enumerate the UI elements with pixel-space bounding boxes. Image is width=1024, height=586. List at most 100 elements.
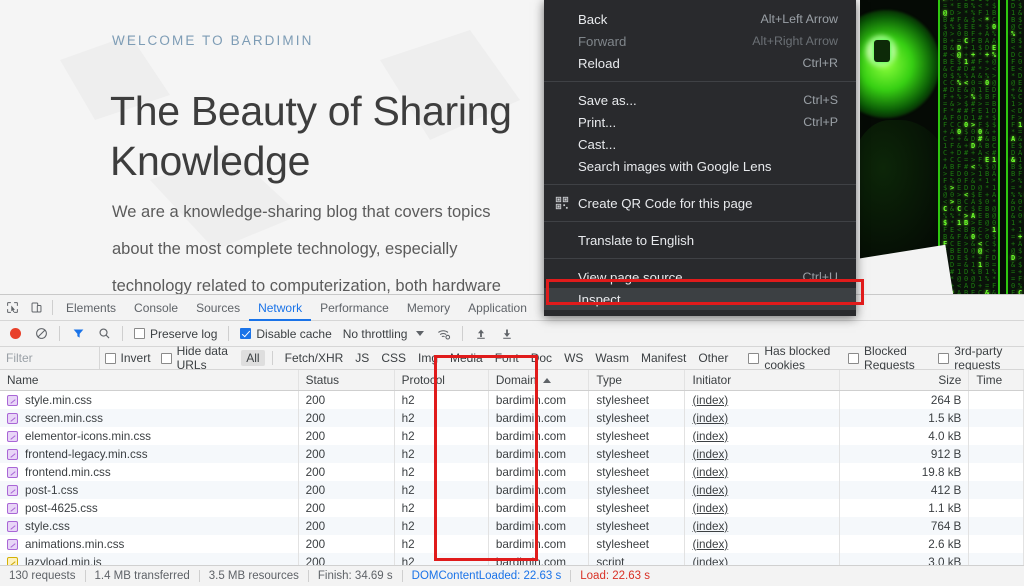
filter-type-font[interactable]: Font	[490, 350, 524, 366]
table-row[interactable]: elementor-icons.min.css 200 h2 bardimin.com…	[0, 427, 1024, 445]
filter-type-wasm[interactable]: Wasm	[590, 350, 634, 366]
table-row[interactable]: screen.min.css 200 h2 bardimin.com styleshee…	[0, 409, 1024, 427]
initiator-link[interactable]: (index)	[692, 502, 728, 515]
initiator-link[interactable]: (index)	[692, 412, 728, 425]
cell-time	[969, 391, 1024, 409]
initiator-link[interactable]: (index)	[692, 538, 728, 551]
cell-status: 200	[299, 481, 395, 499]
blocked-requests-checkbox[interactable]: Blocked Requests	[843, 344, 933, 372]
third-party-requests-checkbox[interactable]: 3rd-party requests	[933, 344, 1024, 372]
column-header-time[interactable]: Time	[969, 370, 1024, 390]
filter-type-ws[interactable]: WS	[559, 350, 588, 366]
column-header-initiator[interactable]: Initiator	[685, 370, 840, 390]
context-menu-item-forward: Forward Alt+Right Arrow	[544, 30, 856, 52]
filter-type-other[interactable]: Other	[693, 350, 733, 366]
filter-type-manifest[interactable]: Manifest	[636, 350, 691, 366]
cell-time	[969, 463, 1024, 481]
network-conditions-icon[interactable]	[432, 322, 456, 346]
device-toolbar-icon[interactable]	[24, 296, 48, 320]
tab-performance[interactable]: Performance	[311, 295, 398, 321]
photo-glow	[860, 10, 940, 118]
tab-elements[interactable]: Elements	[57, 295, 125, 321]
column-header-type[interactable]: Type	[589, 370, 685, 390]
filter-type-img[interactable]: Img	[413, 350, 443, 366]
clear-button[interactable]	[29, 322, 53, 346]
tab-network[interactable]: Network	[249, 295, 311, 321]
filter-type-media[interactable]: Media	[445, 350, 488, 366]
preserve-log-checkbox[interactable]: Preserve log	[129, 327, 222, 341]
chevron-down-icon[interactable]	[416, 331, 424, 336]
context-menu-separator	[544, 258, 856, 259]
context-menu-item-cast[interactable]: Cast...	[544, 133, 856, 155]
cell-size: 264 B	[840, 391, 969, 409]
column-header-name[interactable]: Name	[0, 370, 299, 390]
table-header-row: Name Status Protocol Domain Type Initiator Siz…	[0, 370, 1024, 391]
hide-data-urls-checkbox[interactable]: Hide data URLs	[156, 344, 238, 372]
initiator-link[interactable]: (index)	[692, 484, 728, 497]
throttling-select[interactable]: No throttling	[339, 327, 408, 341]
record-button[interactable]	[3, 322, 27, 346]
table-row[interactable]: post-1.css 200 h2 bardimin.com stylesheet (in…	[0, 481, 1024, 499]
export-har-icon[interactable]	[495, 322, 519, 346]
cell-size: 764 B	[840, 517, 969, 535]
initiator-link[interactable]: (index)	[692, 430, 728, 443]
resources-size: 3.5 MB resources	[200, 570, 308, 582]
cell-domain: bardimin.com	[489, 535, 590, 553]
column-header-status[interactable]: Status	[299, 370, 395, 390]
cell-initiator: (index)	[685, 445, 840, 463]
tab-sources[interactable]: Sources	[187, 295, 249, 321]
table-row[interactable]: animations.min.css 200 h2 bardimin.com style…	[0, 535, 1024, 553]
table-row[interactable]: post-4625.css 200 h2 bardimin.com stylesheet…	[0, 499, 1024, 517]
context-menu[interactable]: Back Alt+Left Arrow Forward Alt+Right Arrow…	[544, 0, 856, 316]
cell-name: screen.min.css	[0, 409, 299, 427]
cell-size: 412 B	[840, 481, 969, 499]
column-header-domain[interactable]: Domain	[489, 370, 590, 390]
filter-type-fetch-xhr[interactable]: Fetch/XHR	[280, 350, 349, 366]
disable-cache-checkbox[interactable]: Disable cache	[235, 327, 336, 341]
tab-application[interactable]: Application	[459, 295, 536, 321]
table-row[interactable]: style.css 200 h2 bardimin.com stylesheet (ind…	[0, 517, 1024, 535]
cell-protocol: h2	[395, 535, 489, 553]
import-har-icon[interactable]	[469, 322, 493, 346]
cell-name: elementor-icons.min.css	[0, 427, 299, 445]
context-menu-item-inspect[interactable]: Inspect	[544, 288, 856, 310]
filter-type-css[interactable]: CSS	[376, 350, 411, 366]
column-header-size[interactable]: Size	[840, 370, 969, 390]
network-status-bar: 130 requests 1.4 MB transferred 3.5 MB r…	[0, 565, 1024, 586]
context-menu-item-search-images-with-google-lens[interactable]: Search images with Google Lens	[544, 155, 856, 177]
initiator-link[interactable]: (index)	[692, 466, 728, 479]
tab-memory[interactable]: Memory	[398, 295, 459, 321]
table-row[interactable]: style.min.css 200 h2 bardimin.com stylesheet…	[0, 391, 1024, 409]
inspect-element-icon[interactable]	[0, 296, 24, 320]
column-header-protocol[interactable]: Protocol	[395, 370, 489, 390]
has-blocked-cookies-checkbox[interactable]: Has blocked cookies	[743, 344, 843, 372]
context-menu-item-create-qr-code-for-this-page[interactable]: Create QR Code for this page	[544, 192, 856, 214]
checkbox-box	[938, 353, 949, 364]
filter-type-js[interactable]: JS	[350, 350, 374, 366]
initiator-link[interactable]: (index)	[692, 448, 728, 461]
table-row[interactable]: frontend.min.css 200 h2 bardimin.com stylesh…	[0, 463, 1024, 481]
filter-type-all[interactable]: All	[241, 350, 264, 366]
initiator-link[interactable]: (index)	[692, 394, 728, 407]
context-menu-item-save-as[interactable]: Save as... Ctrl+S	[544, 89, 856, 111]
context-menu-item-view-page-source[interactable]: View page source Ctrl+U	[544, 266, 856, 288]
context-menu-item-translate-to-english[interactable]: Translate to English	[544, 229, 856, 251]
context-menu-item-print[interactable]: Print... Ctrl+P	[544, 111, 856, 133]
context-menu-item-reload[interactable]: Reload Ctrl+R	[544, 52, 856, 74]
context-menu-item-label: Print...	[578, 115, 803, 130]
filter-input[interactable]: Filter	[0, 347, 100, 370]
tab-console[interactable]: Console	[125, 295, 187, 321]
filter-type-doc[interactable]: Doc	[526, 350, 557, 366]
table-row[interactable]: frontend-legacy.min.css 200 h2 bardimin.com…	[0, 445, 1024, 463]
context-menu-item-back[interactable]: Back Alt+Left Arrow	[544, 8, 856, 30]
filter-icon[interactable]	[66, 322, 90, 346]
invert-checkbox[interactable]: Invert	[100, 351, 156, 365]
cell-domain: bardimin.com	[489, 391, 590, 409]
initiator-link[interactable]: (index)	[692, 520, 728, 533]
cell-time	[969, 535, 1024, 553]
disable-cache-label: Disable cache	[256, 327, 331, 341]
search-icon[interactable]	[92, 322, 116, 346]
context-menu-item-label: View page source	[578, 270, 803, 285]
cell-domain: bardimin.com	[489, 445, 590, 463]
cell-protocol: h2	[395, 427, 489, 445]
